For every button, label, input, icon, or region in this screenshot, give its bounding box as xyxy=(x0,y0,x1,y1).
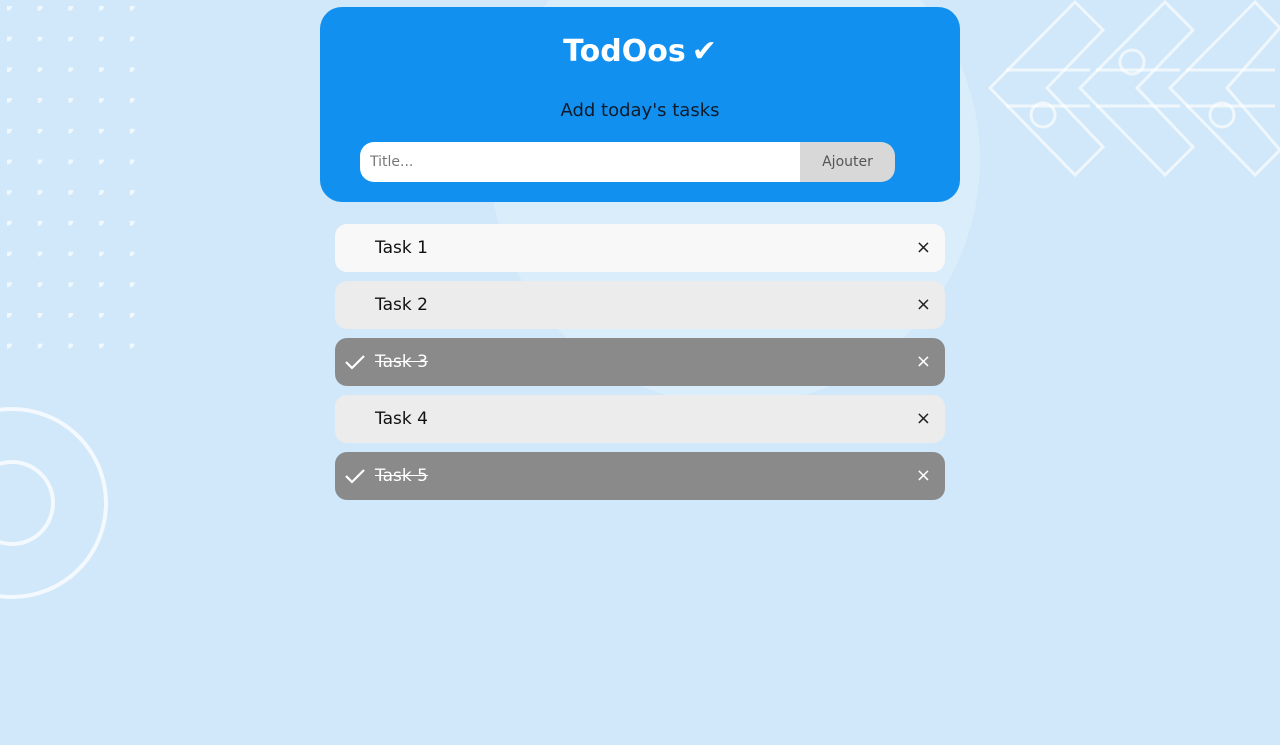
task-label: Task 1 xyxy=(375,238,428,258)
title-check-icon: ✔ xyxy=(691,34,717,69)
add-task-button[interactable]: Ajouter xyxy=(800,142,895,182)
task-title-input[interactable] xyxy=(360,142,800,182)
delete-task-icon[interactable]: × xyxy=(916,281,931,329)
page-subtitle: Add today's tasks xyxy=(560,100,720,121)
check-icon xyxy=(345,469,365,484)
app-title: TodOos ✔ xyxy=(320,35,960,69)
task-item[interactable]: Task 2 × xyxy=(335,281,945,329)
add-task-form: Ajouter xyxy=(360,142,895,182)
task-label: Task 4 xyxy=(375,409,428,429)
task-item-completed[interactable]: Task 3 × xyxy=(335,338,945,386)
task-list: Task 1 × Task 2 × Task 3 × Task 4 × Task… xyxy=(335,224,945,509)
task-label: Task 3 xyxy=(375,352,428,372)
task-item[interactable]: Task 4 × xyxy=(335,395,945,443)
check-icon xyxy=(345,355,365,370)
app-title-text: TodOos xyxy=(563,34,686,69)
header-card: TodOos✔ Add today's tasks Ajouter xyxy=(320,7,960,202)
delete-task-icon[interactable]: × xyxy=(916,338,931,386)
delete-task-icon[interactable]: × xyxy=(916,452,931,500)
task-label: Task 5 xyxy=(375,466,428,486)
delete-task-icon[interactable]: × xyxy=(916,395,931,443)
delete-task-icon[interactable]: × xyxy=(916,224,931,272)
task-item[interactable]: Task 1 × xyxy=(335,224,945,272)
task-label: Task 2 xyxy=(375,295,428,315)
task-item-completed[interactable]: Task 5 × xyxy=(335,452,945,500)
